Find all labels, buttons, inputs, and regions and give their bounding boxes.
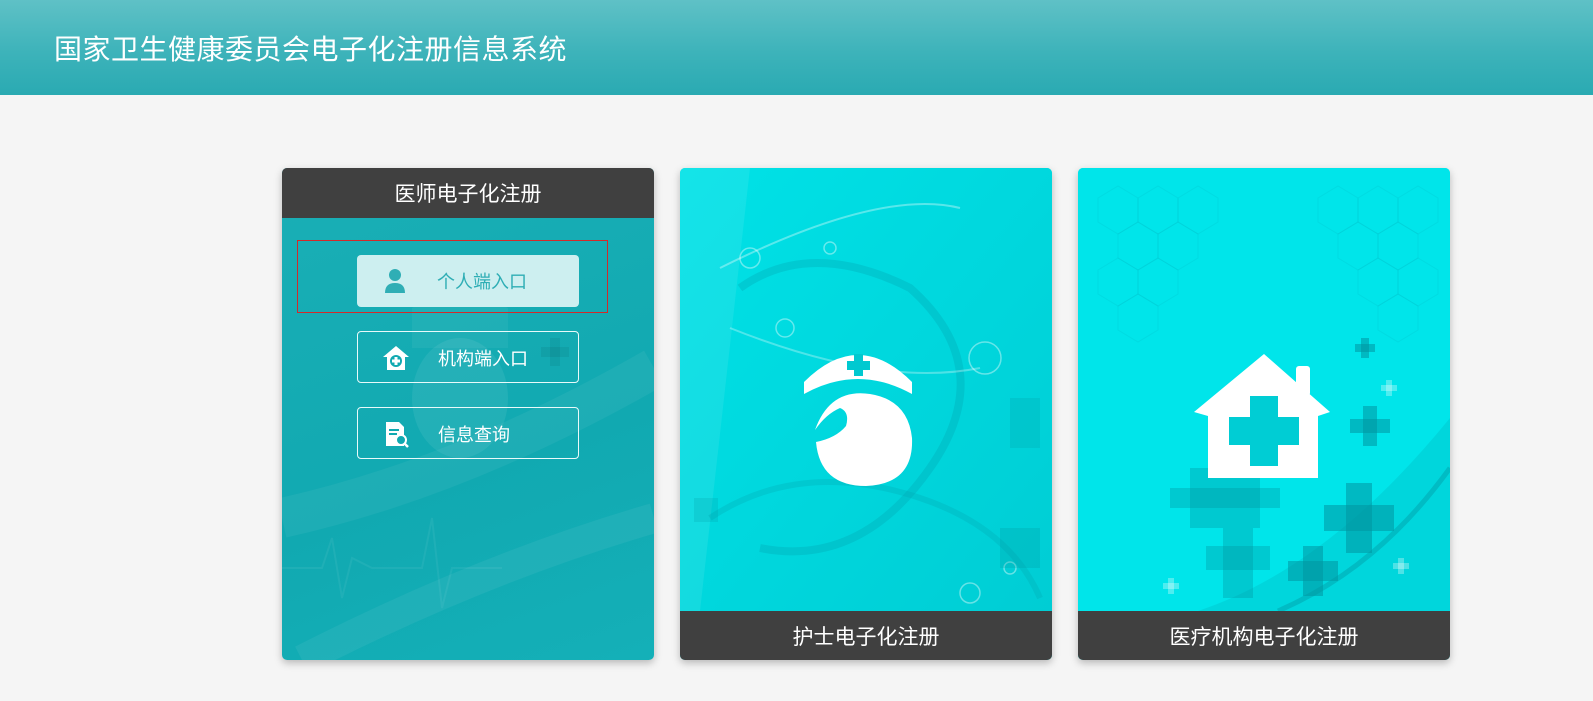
hospital-plus-icon [383, 346, 409, 370]
info-query-label: 信息查询 [438, 425, 510, 446]
institution-entry-button[interactable]: 机构端入口 [357, 331, 579, 383]
doctor-card-title: 医师电子化注册 [282, 168, 654, 218]
doctor-registration-card: 医师电子化注册 个人端入口 机构端入口 信息查询 [282, 168, 654, 660]
institution-entry-label: 机构端入口 [438, 349, 528, 370]
hospital-registration-card[interactable]: 医疗机构电子化注册 [1078, 168, 1450, 660]
info-query-button[interactable]: 信息查询 [357, 407, 579, 459]
nurse-registration-card[interactable]: 护士电子化注册 [680, 168, 1052, 660]
personal-entry-button[interactable]: 个人端入口 [357, 255, 579, 307]
system-title: 国家卫生健康委员会电子化注册信息系统 [54, 33, 568, 66]
nurse-card-title: 护士电子化注册 [680, 611, 1052, 660]
top-header: 国家卫生健康委员会电子化注册信息系统 [0, 0, 1593, 95]
document-search-icon [386, 422, 409, 448]
nurse-card-art [680, 168, 1052, 611]
personal-entry-label: 个人端入口 [437, 272, 527, 293]
user-icon [385, 269, 405, 293]
hospital-card-art [1078, 168, 1450, 611]
hospital-card-title: 医疗机构电子化注册 [1078, 611, 1450, 660]
